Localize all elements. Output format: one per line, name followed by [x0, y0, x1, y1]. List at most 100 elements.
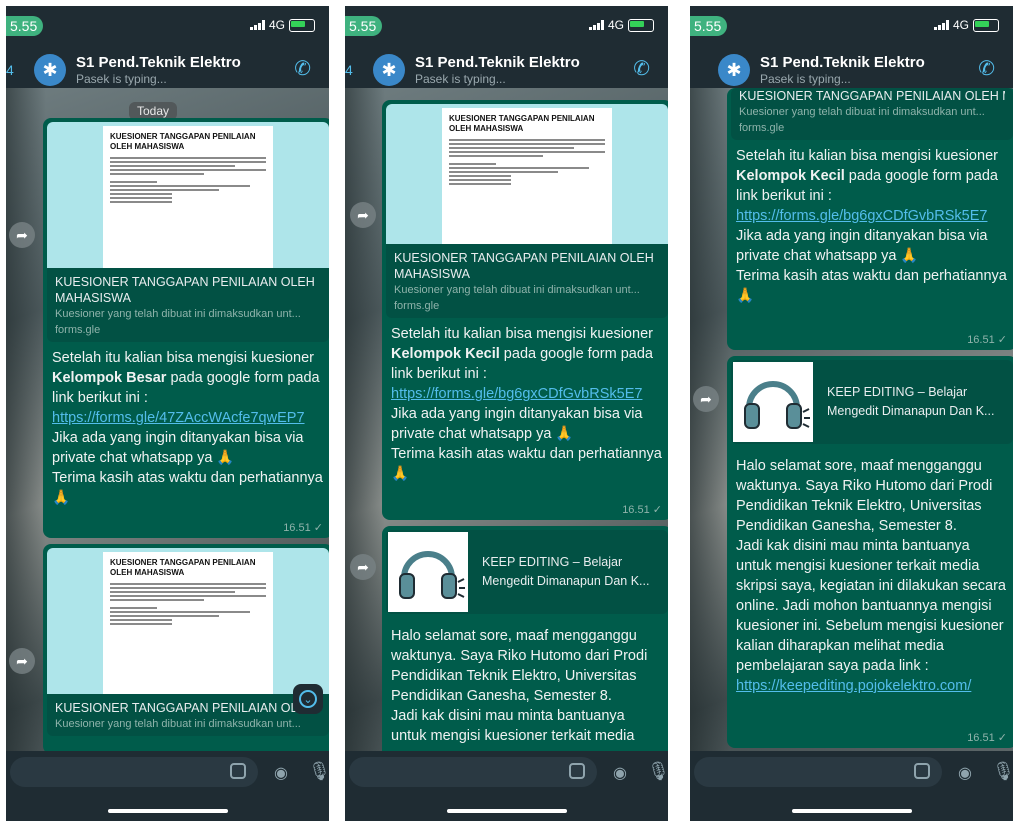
group-avatar-icon[interactable]: ✱: [34, 54, 66, 86]
form-link[interactable]: https://forms.gle/bg6gxCDfGvbRSk5E7: [391, 386, 642, 402]
text-pre: Setelah itu kalian bisa mengisi kuesione…: [52, 350, 314, 366]
status-icons: 4G: [249, 18, 315, 32]
chat-title[interactable]: S1 Pend.Teknik Elektro: [760, 54, 925, 71]
add-call-icon[interactable]: ✆: [978, 56, 995, 81]
link-preview[interactable]: KUESIONER TANGGAPAN PENILAIAN OLEH MAHAS…: [386, 104, 668, 318]
add-call-icon[interactable]: ✆: [294, 56, 311, 81]
status-time: 5.55: [345, 16, 383, 36]
message-text: Setelah itu kalian bisa mengisi kuesione…: [727, 144, 1013, 320]
message-bubble: KUESIONER TANGGAPAN PENILAIAN OLEH MAHAS…: [43, 544, 329, 754]
home-indicator: [791, 809, 912, 813]
mic-icon[interactable]: 🎙: [308, 761, 329, 782]
text-pre: Setelah itu kalian bisa mengisi kuesione…: [736, 148, 998, 164]
message-text: Setelah itu kalian bisa mengisi kuesione…: [43, 346, 329, 522]
preview-title: KEEP EDITING – Belajar: [827, 385, 968, 399]
headphones-icon: [733, 362, 813, 442]
document-image: KUESIONER TANGGAPAN PENILAIAN OLEH MAHAS…: [442, 108, 612, 244]
preview-description: Kuesioner yang telah dibuat ini dimaksud…: [739, 106, 985, 118]
form-link[interactable]: https://forms.gle/47ZAccWAcfe7qwEP7: [52, 410, 305, 426]
text-thanks: Terima kasih atas waktu dan perhatiannya…: [736, 268, 1007, 304]
back-button[interactable]: 4: [6, 62, 14, 78]
home-indicator: [107, 809, 228, 813]
chat-title[interactable]: S1 Pend.Teknik Elektro: [76, 54, 241, 71]
sticker-icon[interactable]: [914, 763, 930, 779]
sticker-icon[interactable]: [569, 763, 585, 779]
doc-title: KUESIONER TANGGAPAN PENILAIAN OLEH MAHAS…: [110, 132, 256, 151]
text-post: Jika ada yang ingin ditanyakan bisa via …: [52, 430, 304, 466]
mic-icon[interactable]: 🎙: [647, 761, 668, 782]
preview-domain: forms.gle: [55, 324, 101, 336]
typing-status: Pasek is typing...: [415, 72, 506, 86]
network-label: 4G: [952, 18, 969, 32]
back-button[interactable]: 4: [345, 62, 353, 78]
link-preview[interactable]: KUESIONER TANGGAPAN PENILAIAN OLEH MAHAS…: [47, 548, 329, 736]
chat-screen-3: 5.55 4G ✱ S1 Pend.Teknik Elektro Pasek i…: [690, 6, 1013, 821]
link-preview[interactable]: KEEP EDITING – Belajar Mengedit Dimanapu…: [386, 530, 668, 614]
message-bubble: KEEP EDITING – Belajar Mengedit Dimanapu…: [727, 356, 1013, 748]
text-intro: Halo selamat sore, maaf mengganggu waktu…: [736, 458, 993, 534]
preview-title: KUESIONER TANGGAPAN PENILAIAN OLEH MAHAS…: [55, 701, 321, 715]
forward-icon[interactable]: ➦: [9, 222, 35, 248]
chat-screen-1: 5.55 4G 4 ✱ S1 Pend.Teknik Elektro Pasek…: [6, 6, 329, 821]
preview-thumbnail: KUESIONER TANGGAPAN PENILAIAN OLEH MAHAS…: [47, 122, 329, 268]
preview-title: KEEP EDITING – Belajar: [482, 555, 623, 569]
message-bubble: KEEP EDITING – Belajar Mengedit Dimanapu…: [382, 526, 668, 776]
document-image: KUESIONER TANGGAPAN PENILAIAN OLEH MAHAS…: [103, 126, 273, 268]
typing-status: Pasek is typing...: [760, 72, 851, 86]
forward-icon[interactable]: ➦: [693, 386, 719, 412]
message-input[interactable]: [10, 757, 258, 787]
camera-icon[interactable]: ◉: [613, 763, 627, 783]
camera-icon[interactable]: ◉: [274, 763, 288, 783]
preview-description: Kuesioner yang telah dibuat ini dimaksud…: [55, 308, 301, 320]
text-intro: Halo selamat sore, maaf mengganggu waktu…: [391, 628, 648, 704]
message-input[interactable]: [349, 757, 597, 787]
signal-icon: [588, 20, 604, 30]
message-input[interactable]: [694, 757, 942, 787]
signal-icon: [249, 20, 265, 30]
text-post: Jika ada yang ingin ditanyakan bisa via …: [391, 406, 643, 442]
text-post: Jika ada yang ingin ditanyakan bisa via …: [736, 228, 988, 264]
typing-status: Pasek is typing...: [76, 72, 167, 86]
keepediting-link[interactable]: https://keepediting.pojokelektro.com/: [736, 678, 971, 694]
add-call-icon[interactable]: ✆: [633, 56, 650, 81]
chat-screen-2: 5.55 4G 4 ✱ S1 Pend.Teknik Elektro Pasek…: [345, 6, 668, 821]
link-preview[interactable]: KUESIONER TANGGAPAN PENILAIAN OLEH MAHAS…: [47, 122, 329, 342]
link-preview[interactable]: KEEP EDITING – Belajar Mengedit Dimanapu…: [731, 360, 1013, 444]
status-time: 5.55: [690, 16, 728, 36]
preview-description: Mengedit Dimanapun Dan K...: [827, 404, 995, 418]
preview-thumbnail: KUESIONER TANGGAPAN PENILAIAN OLEH MAHAS…: [386, 104, 668, 244]
chat-header: 5.55 4G 4 ✱ S1 Pend.Teknik Elektro Pasek…: [345, 6, 668, 88]
signal-icon: [933, 20, 949, 30]
link-preview[interactable]: KUESIONER TANGGAPAN PENILAIAN OLEH MAHAS…: [731, 88, 1013, 140]
message-text: Halo selamat sore, maaf mengganggu waktu…: [727, 448, 1013, 710]
group-avatar-icon[interactable]: ✱: [373, 54, 405, 86]
preview-title: KUESIONER TANGGAPAN PENILAIAN OLEH MAHAS…: [394, 251, 654, 281]
forward-icon[interactable]: ➦: [350, 554, 376, 580]
forward-icon[interactable]: ➦: [9, 648, 35, 674]
sticker-icon[interactable]: [230, 763, 246, 779]
message-time: 16.51 ✓: [622, 504, 662, 516]
text-pre: Setelah itu kalian bisa mengisi kuesione…: [391, 326, 653, 342]
home-indicator: [446, 809, 567, 813]
forward-icon[interactable]: ➦: [350, 202, 376, 228]
status-icons: 4G: [588, 18, 654, 32]
text-request: Jadi kak disini mau minta bantuanya untu…: [391, 708, 635, 744]
preview-thumbnail: KUESIONER TANGGAPAN PENILAIAN OLEH MAHAS…: [47, 548, 329, 694]
scroll-down-button[interactable]: ⌄: [293, 684, 323, 714]
chat-title[interactable]: S1 Pend.Teknik Elektro: [415, 54, 580, 71]
message-time: 16.51 ✓: [967, 334, 1007, 346]
preview-description: Kuesioner yang telah dibuat ini dimaksud…: [394, 284, 640, 296]
camera-icon[interactable]: ◉: [958, 763, 972, 783]
form-link[interactable]: https://forms.gle/bg6gxCDfGvbRSk5E7: [736, 208, 987, 224]
battery-icon: [628, 18, 654, 32]
preview-domain: forms.gle: [394, 300, 440, 312]
status-time: 5.55: [6, 16, 44, 36]
status-icons: 4G: [933, 18, 999, 32]
doc-title: KUESIONER TANGGAPAN PENILAIAN OLEH MAHAS…: [449, 114, 595, 133]
group-avatar-icon[interactable]: ✱: [718, 54, 750, 86]
text-request-cont: skripsi saya, kegiatan ini dilakukan sec…: [736, 578, 1006, 674]
preview-title: KUESIONER TANGGAPAN PENILAIAN OLEH MAHAS…: [55, 275, 315, 305]
chat-header: 5.55 4G ✱ S1 Pend.Teknik Elektro Pasek i…: [690, 6, 1013, 88]
mic-icon[interactable]: 🎙: [992, 761, 1013, 782]
message-bubble: KUESIONER TANGGAPAN PENILAIAN OLEH MAHAS…: [382, 100, 668, 520]
